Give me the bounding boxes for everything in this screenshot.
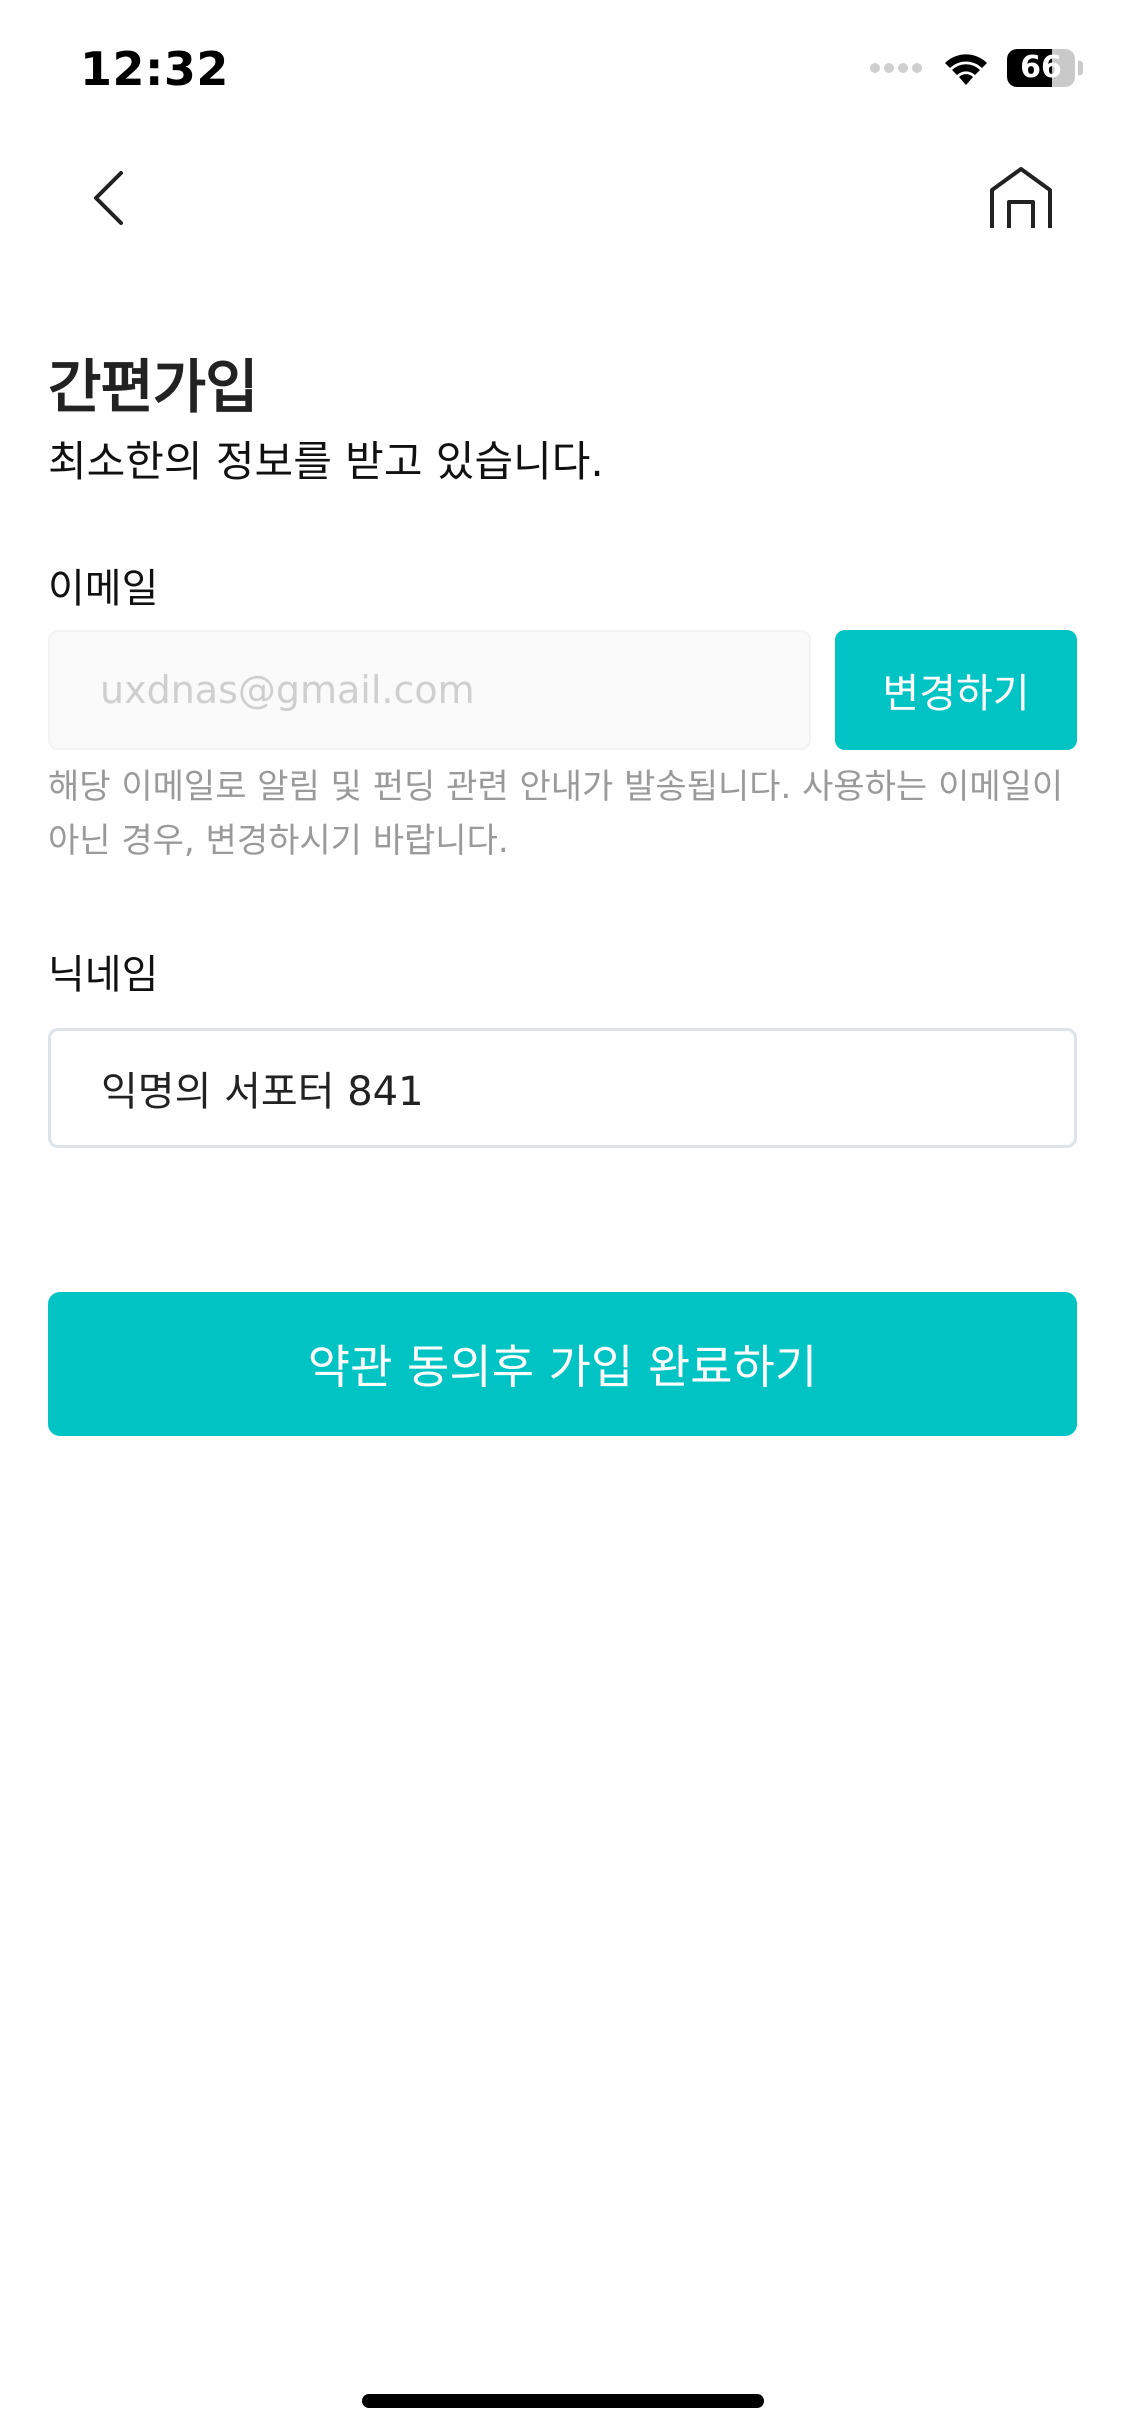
agree-and-signup-button[interactable]: 약관 동의후 가입 완료하기 [48,1292,1077,1436]
status-indicators: 66 [869,48,1083,88]
email-field[interactable] [48,630,811,750]
status-time: 12:32 [80,42,229,96]
change-email-button[interactable]: 변경하기 [835,630,1077,750]
status-bar: 12:32 66 [0,0,1125,140]
page-subtitle: 최소한의 정보를 받고 있습니다. [48,437,604,486]
email-help-text: 해당 이메일로 알림 및 펀딩 관련 안내가 발송됩니다. 사용하는 이메일이 … [48,767,1064,861]
email-label: 이메일 [48,566,159,612]
back-button[interactable] [78,160,138,236]
nickname-label: 닉네임 [48,952,159,998]
home-icon [990,167,1052,228]
battery-body: 66 [1007,49,1075,87]
chevron-left-icon [94,171,123,225]
battery-tip [1078,61,1083,75]
home-indicator[interactable] [362,2394,764,2408]
wifi-icon [945,54,987,85]
signup-screen: 12:32 66 간편가입 최소한의 정보를 받고 있습니다. 이메일 uxdn… [0,0,1125,2436]
battery-level: 66 [1020,50,1062,85]
battery-icon: 66 [1007,49,1083,87]
nickname-field[interactable] [48,1028,1077,1148]
page-title: 간편가입 [48,353,258,421]
cellular-signal-icon [870,63,922,73]
home-button[interactable] [985,162,1057,234]
